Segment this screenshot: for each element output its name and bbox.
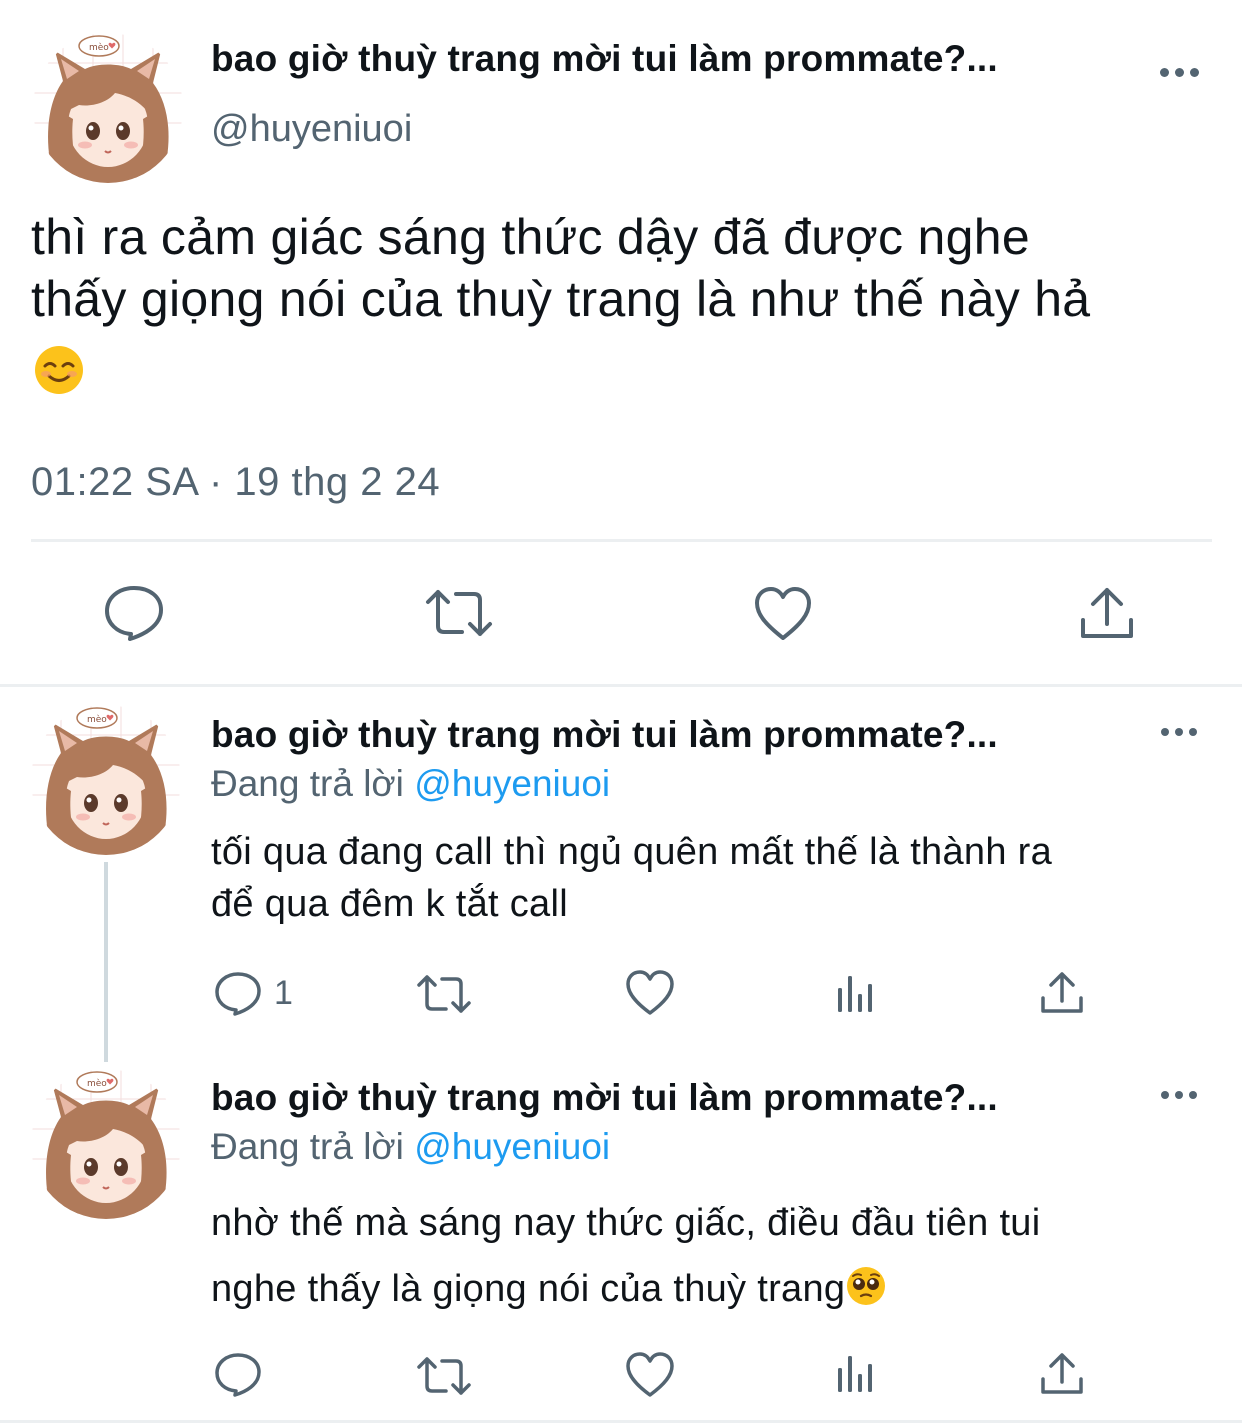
more-options-icon[interactable]	[1161, 1091, 1197, 1099]
reply-text-line: nghe thấy là giọng nói của thuỳ trang	[211, 1268, 846, 1310]
like-icon[interactable]	[625, 1352, 675, 1398]
author-display-name[interactable]: bao giờ thuỳ trang mời tui làm prommate?…	[211, 38, 998, 80]
divider	[31, 539, 1212, 542]
tweet-timestamp[interactable]: 01:22 SA · 19 thg 2 24	[31, 460, 440, 505]
replying-to-prefix: Đang trả lời	[211, 763, 404, 804]
reply-text: tối qua đang call thì ngủ quên mất thế l…	[211, 826, 1052, 930]
reply-count: 1	[274, 974, 293, 1012]
reply-avatar[interactable]	[31, 1069, 181, 1219]
author-avatar[interactable]	[33, 33, 183, 183]
reply-display-name[interactable]: bao giờ thuỳ trang mời tui làm prommate?…	[211, 1077, 998, 1119]
reply-avatar[interactable]	[31, 705, 181, 855]
views-icon[interactable]	[835, 1352, 877, 1394]
more-options-icon[interactable]	[1160, 68, 1199, 77]
section-divider	[0, 1420, 1242, 1423]
more-options-icon[interactable]	[1161, 728, 1197, 736]
reply-display-name[interactable]: bao giờ thuỳ trang mời tui làm prommate?…	[211, 714, 998, 756]
share-icon[interactable]	[1039, 970, 1085, 1016]
retweet-icon[interactable]	[416, 972, 472, 1016]
reply-text-line: tối qua đang call thì ngủ quên mất thế l…	[211, 831, 1053, 873]
tweet-text-line: thì ra cảm giác sáng thức dậy đã được ng…	[31, 209, 1030, 265]
replying-to-handle[interactable]: @huyeniuoi	[414, 763, 610, 804]
replying-to-prefix: Đang trả lời	[211, 1126, 404, 1167]
like-icon[interactable]	[753, 586, 813, 642]
views-icon[interactable]	[835, 972, 877, 1014]
share-icon[interactable]	[1078, 584, 1136, 642]
retweet-icon[interactable]	[424, 586, 494, 640]
like-icon[interactable]	[625, 970, 675, 1016]
replying-to: Đang trả lời @huyeniuoi	[211, 763, 610, 805]
reply-text-line: nhờ thế mà sáng nay thức giấc, điều đầu …	[211, 1202, 1041, 1244]
reply-text-line: để qua đêm k tắt call	[211, 883, 568, 925]
reply-icon[interactable]	[214, 1352, 262, 1398]
reply-text: nhờ thế mà sáng nay thức giấc, điều đầu …	[211, 1190, 1041, 1322]
thread-line	[104, 862, 108, 1062]
section-divider	[0, 684, 1242, 687]
tweet-text: thì ra cảm giác sáng thức dậy đã được ng…	[31, 206, 1231, 394]
author-handle[interactable]: @huyeniuoi	[211, 108, 412, 151]
smiling-face-emoji	[35, 346, 83, 394]
retweet-icon[interactable]	[416, 1354, 472, 1398]
share-icon[interactable]	[1039, 1351, 1085, 1397]
tweet-text-line: thấy giọng nói của thuỳ trang là như thế…	[31, 271, 1091, 327]
reply-icon[interactable]	[103, 584, 165, 642]
pleading-face-emoji	[847, 1266, 886, 1305]
reply-text-line-with-emoji: nghe thấy là giọng nói của thuỳ trang	[211, 1256, 1041, 1322]
replying-to-handle[interactable]: @huyeniuoi	[414, 1126, 610, 1167]
reply-icon[interactable]	[214, 971, 262, 1017]
replying-to: Đang trả lời @huyeniuoi	[211, 1126, 610, 1168]
